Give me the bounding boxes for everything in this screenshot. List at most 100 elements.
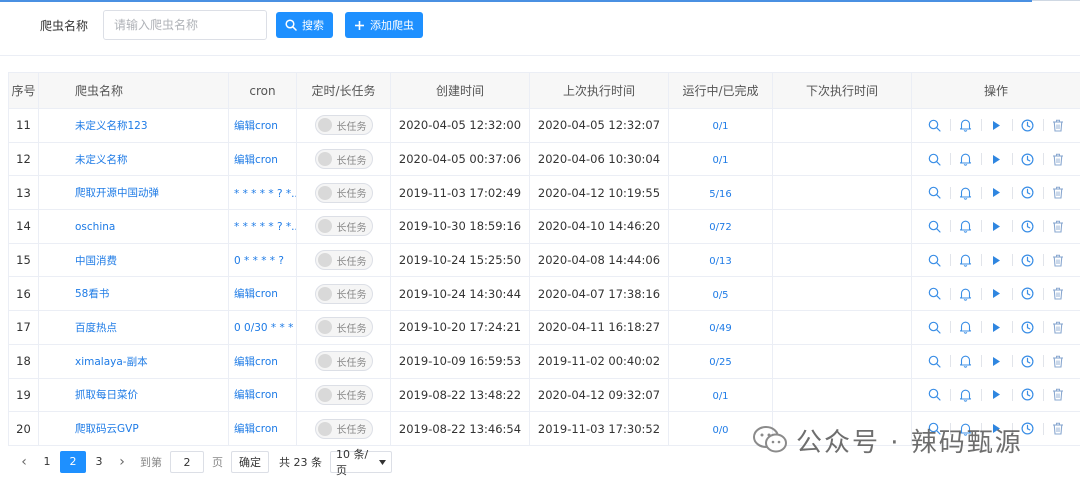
spider-name-link[interactable]: ximalaya-副本 bbox=[75, 356, 148, 368]
prev-page-button[interactable]: ‹ bbox=[14, 454, 34, 470]
search-action-button[interactable] bbox=[919, 252, 950, 268]
play-action-button[interactable] bbox=[980, 286, 1012, 302]
cron-link[interactable]: 0 0/30 * * * ? bbox=[234, 322, 296, 334]
trash-action-button[interactable] bbox=[1042, 185, 1074, 201]
bell-action-button[interactable] bbox=[949, 353, 981, 369]
clock-action-button[interactable] bbox=[1011, 185, 1043, 201]
search-action-button[interactable] bbox=[919, 151, 950, 167]
bell-action-button[interactable] bbox=[949, 252, 981, 268]
bell-action-button[interactable] bbox=[949, 185, 981, 201]
spider-name-link[interactable]: oschina bbox=[75, 221, 115, 233]
search-action-button[interactable] bbox=[919, 319, 950, 335]
progress-link[interactable]: 5/16 bbox=[709, 189, 731, 200]
clock-action-button[interactable] bbox=[1011, 286, 1043, 302]
trash-action-button[interactable] bbox=[1042, 218, 1074, 234]
trash-action-button[interactable] bbox=[1042, 117, 1074, 133]
page-2-button[interactable]: 2 bbox=[60, 451, 86, 473]
long-task-toggle[interactable]: 长任务 bbox=[314, 317, 373, 338]
long-task-toggle[interactable]: 长任务 bbox=[314, 250, 373, 271]
progress-link[interactable]: 0/72 bbox=[709, 222, 731, 233]
spider-name-link[interactable]: 未定义名称 bbox=[75, 154, 128, 166]
clock-action-button[interactable] bbox=[1011, 252, 1043, 268]
long-task-toggle[interactable]: 长任务 bbox=[314, 283, 373, 304]
cron-link[interactable]: 编辑cron bbox=[234, 389, 278, 401]
goto-page-input[interactable] bbox=[170, 451, 204, 473]
cron-link[interactable]: * * * * * ? *... bbox=[234, 221, 296, 233]
spider-name-link[interactable]: 爬取开源中国动弹 bbox=[75, 187, 159, 199]
search-action-button[interactable] bbox=[919, 218, 950, 234]
long-task-toggle[interactable]: 长任务 bbox=[314, 384, 373, 405]
cron-link[interactable]: 0 * * * * ? bbox=[234, 255, 284, 267]
spider-name-input[interactable] bbox=[103, 10, 267, 40]
play-action-button[interactable] bbox=[980, 387, 1012, 403]
play-action-button[interactable] bbox=[980, 353, 1012, 369]
spider-name-link[interactable]: 58看书 bbox=[75, 288, 109, 300]
long-task-toggle[interactable]: 长任务 bbox=[314, 115, 373, 136]
progress-link[interactable]: 0/49 bbox=[709, 323, 731, 334]
search-action-button[interactable] bbox=[919, 117, 950, 133]
bell-action-button[interactable] bbox=[949, 319, 981, 335]
long-task-toggle[interactable]: 长任务 bbox=[314, 182, 373, 203]
page-3-button[interactable]: 3 bbox=[86, 451, 112, 473]
page-size-select[interactable]: 10 条/页 bbox=[330, 448, 392, 477]
progress-link[interactable]: 0/0 bbox=[712, 425, 728, 436]
clock-icon bbox=[1020, 287, 1034, 300]
progress-link[interactable]: 0/25 bbox=[709, 357, 731, 368]
next-page-button[interactable]: › bbox=[112, 454, 132, 470]
cron-link[interactable]: * * * * * ? *... bbox=[234, 188, 296, 200]
trash-action-button[interactable] bbox=[1042, 151, 1074, 167]
long-task-toggle[interactable]: 长任务 bbox=[314, 351, 373, 372]
goto-confirm-button[interactable]: 确定 bbox=[231, 451, 269, 473]
play-action-button[interactable] bbox=[980, 185, 1012, 201]
spider-name-link[interactable]: 未定义名称123 bbox=[75, 120, 148, 132]
clock-action-button[interactable] bbox=[1011, 387, 1043, 403]
trash-action-button[interactable] bbox=[1042, 286, 1074, 302]
bell-icon bbox=[959, 219, 972, 234]
play-icon bbox=[991, 389, 1001, 400]
progress-link[interactable]: 0/1 bbox=[712, 391, 728, 402]
add-spider-button[interactable]: 添加爬虫 bbox=[345, 12, 423, 38]
progress-link[interactable]: 0/5 bbox=[712, 290, 728, 301]
search-button[interactable]: 搜索 bbox=[276, 12, 333, 38]
progress-link[interactable]: 0/1 bbox=[712, 121, 728, 132]
cron-link[interactable]: 编辑cron bbox=[234, 288, 278, 300]
spider-name-link[interactable]: 爬取码云GVP bbox=[75, 423, 139, 435]
cron-link[interactable]: 编辑cron bbox=[234, 120, 278, 132]
play-action-button[interactable] bbox=[980, 117, 1012, 133]
trash-action-button[interactable] bbox=[1042, 387, 1074, 403]
play-action-button[interactable] bbox=[980, 319, 1012, 335]
search-action-button[interactable] bbox=[919, 353, 950, 369]
bell-action-button[interactable] bbox=[949, 151, 981, 167]
play-action-button[interactable] bbox=[980, 151, 1012, 167]
long-task-toggle[interactable]: 长任务 bbox=[314, 216, 373, 237]
trash-action-button[interactable] bbox=[1042, 252, 1074, 268]
clock-action-button[interactable] bbox=[1011, 353, 1043, 369]
spider-name-link[interactable]: 抓取每日菜价 bbox=[75, 389, 138, 401]
progress-link[interactable]: 0/13 bbox=[709, 256, 731, 267]
search-action-button[interactable] bbox=[919, 286, 950, 302]
trash-action-button[interactable] bbox=[1042, 353, 1074, 369]
search-action-button[interactable] bbox=[919, 387, 950, 403]
clock-action-button[interactable] bbox=[1011, 151, 1043, 167]
clock-action-button[interactable] bbox=[1011, 117, 1043, 133]
bell-action-button[interactable] bbox=[949, 218, 981, 234]
spider-name-link[interactable]: 中国消费 bbox=[75, 255, 117, 267]
cron-link[interactable]: 编辑cron bbox=[234, 154, 278, 166]
bell-action-button[interactable] bbox=[949, 286, 981, 302]
search-action-button[interactable] bbox=[919, 185, 950, 201]
spider-name-link[interactable]: 百度热点 bbox=[75, 322, 117, 334]
clock-action-button[interactable] bbox=[1011, 218, 1043, 234]
progress-link[interactable]: 0/1 bbox=[712, 155, 728, 166]
trash-action-button[interactable] bbox=[1042, 421, 1074, 437]
long-task-toggle[interactable]: 长任务 bbox=[314, 418, 373, 439]
play-action-button[interactable] bbox=[980, 252, 1012, 268]
clock-action-button[interactable] bbox=[1011, 319, 1043, 335]
long-task-toggle[interactable]: 长任务 bbox=[314, 149, 373, 170]
bell-action-button[interactable] bbox=[949, 117, 981, 133]
cron-link[interactable]: 编辑cron bbox=[234, 423, 278, 435]
bell-action-button[interactable] bbox=[949, 387, 981, 403]
cron-link[interactable]: 编辑cron bbox=[234, 356, 278, 368]
page-1-button[interactable]: 1 bbox=[34, 451, 60, 473]
play-action-button[interactable] bbox=[980, 218, 1012, 234]
trash-action-button[interactable] bbox=[1042, 319, 1074, 335]
